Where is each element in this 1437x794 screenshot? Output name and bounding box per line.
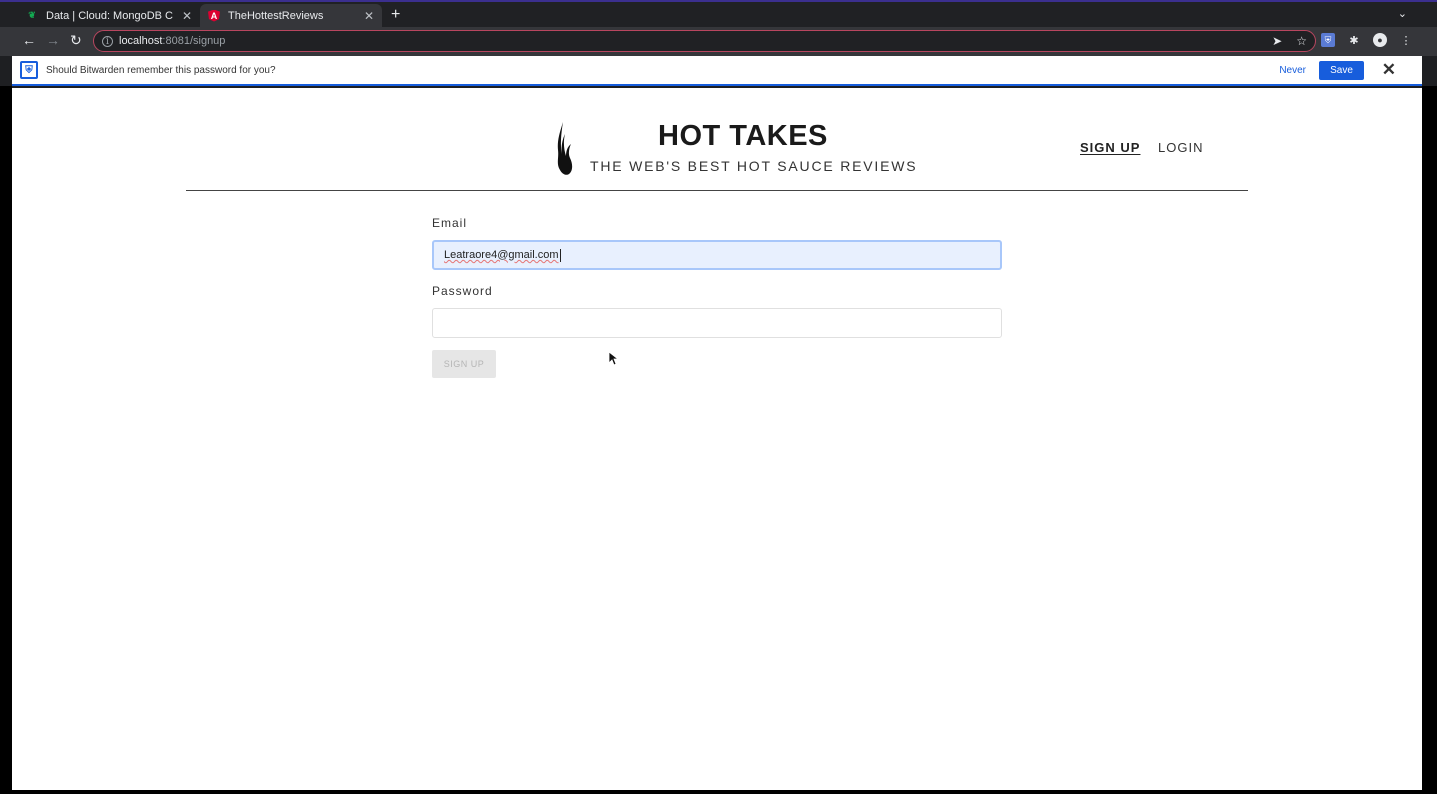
nav-login-link[interactable]: LOGIN [1158, 140, 1203, 155]
site-header: HOT TAKES THE WEB'S BEST HOT SAUCE REVIE… [186, 88, 1248, 191]
left-border [0, 86, 12, 794]
back-icon[interactable]: ← [22, 32, 36, 48]
browser-window: ❦ Data | Cloud: MongoDB C ✕ A TheHottest… [0, 0, 1437, 794]
tab-label: Data | Cloud: MongoDB C [46, 9, 173, 22]
right-border [1422, 86, 1437, 794]
email-field[interactable]: Leatraore4@gmail.com [432, 240, 1002, 270]
signup-button[interactable]: SIGN UP [432, 350, 496, 378]
never-button[interactable]: Never [1279, 65, 1306, 76]
extensions-puzzle-icon[interactable]: ✱ [1347, 33, 1361, 47]
info-icon[interactable]: i [102, 35, 113, 47]
send-icon[interactable]: ➤ [1272, 34, 1282, 48]
reload-icon[interactable]: ↻ [70, 32, 82, 49]
url-path: :8081/signup [162, 35, 226, 47]
address-bar[interactable]: i localhost :8081/signup ➤ ☆ [93, 30, 1316, 52]
angular-icon: A [208, 9, 220, 22]
page-content: HOT TAKES THE WEB'S BEST HOT SAUCE REVIE… [12, 88, 1422, 790]
tab-strip: ❦ Data | Cloud: MongoDB C ✕ A TheHottest… [0, 0, 1437, 27]
browser-toolbar: ← → ↻ i localhost :8081/signup ➤ ☆ ⛨ ✱ ●… [0, 27, 1437, 56]
bitwarden-logo-icon: ⛨ [20, 61, 38, 79]
nav-signup-link[interactable]: SIGN UP [1080, 140, 1140, 155]
site-subtitle: THE WEB'S BEST HOT SAUCE REVIEWS [590, 158, 918, 174]
mouse-pointer-icon [609, 352, 619, 366]
bottom-border [0, 790, 1437, 794]
close-icon[interactable]: ✕ [1382, 60, 1396, 80]
site-title: HOT TAKES [658, 120, 828, 152]
chevron-down-icon[interactable]: ⌄ [1398, 7, 1407, 20]
bitwarden-notification-bar: ⛨ Should Bitwarden remember this passwor… [12, 56, 1422, 86]
close-icon[interactable]: ✕ [364, 9, 374, 23]
close-icon[interactable]: ✕ [182, 9, 192, 23]
new-tab-icon[interactable]: + [391, 6, 400, 24]
url-host: localhost [119, 35, 163, 47]
tab-hottest-reviews[interactable]: A TheHottestReviews ✕ [200, 4, 382, 27]
text-caret [559, 248, 561, 262]
bitwarden-message: Should Bitwarden remember this password … [46, 64, 276, 76]
forward-icon[interactable]: → [46, 32, 60, 48]
bitwarden-extension-icon[interactable]: ⛨ [1321, 33, 1335, 47]
tab-mongodb[interactable]: ❦ Data | Cloud: MongoDB C ✕ [18, 4, 200, 27]
signup-form: Email Leatraore4@gmail.com Password SIGN… [432, 216, 1002, 378]
profile-avatar-icon[interactable]: ● [1373, 33, 1387, 47]
password-label: Password [432, 284, 493, 298]
email-value: Leatraore4@gmail.com [444, 249, 559, 261]
save-button[interactable]: Save [1319, 61, 1364, 80]
tab-label: TheHottestReviews [228, 9, 324, 22]
password-field[interactable] [432, 308, 1002, 338]
star-icon[interactable]: ☆ [1296, 34, 1307, 48]
email-label: Email [432, 216, 468, 230]
kebab-menu-icon[interactable]: ⋮ [1399, 33, 1413, 47]
flame-logo-icon [557, 122, 573, 175]
mongodb-leaf-icon: ❦ [28, 10, 36, 20]
